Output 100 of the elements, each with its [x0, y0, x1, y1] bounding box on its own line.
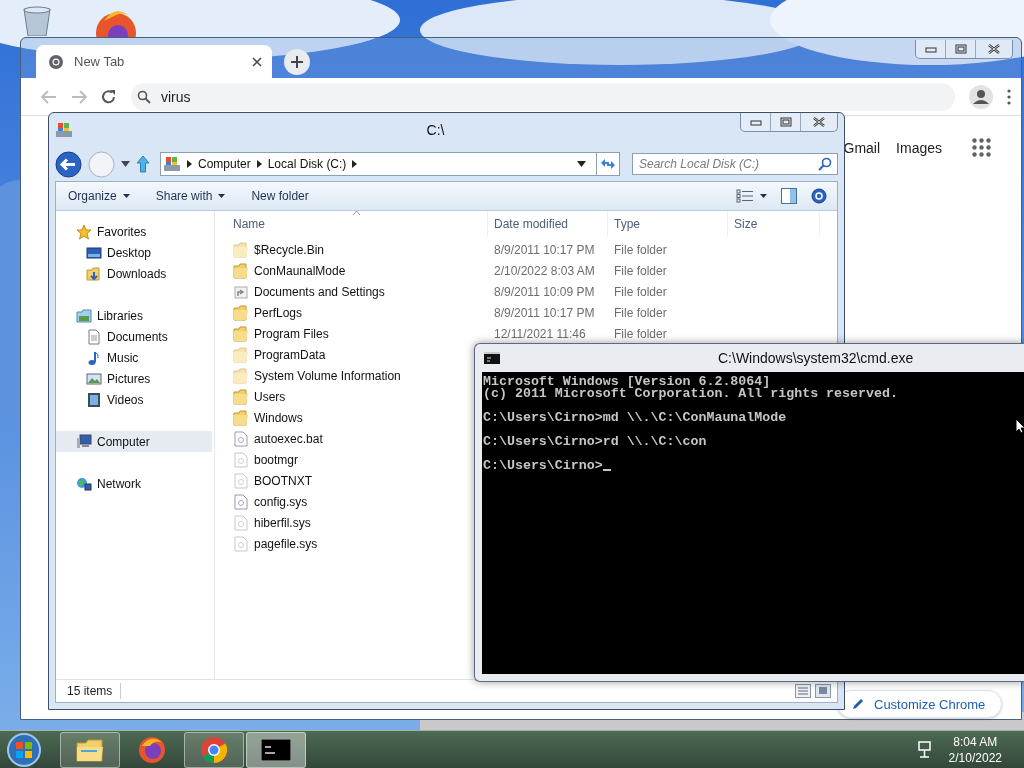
console-icon — [261, 738, 291, 761]
console-line: (c) 2011 Microsoft Corporation. All rights reserved. — [483, 388, 898, 400]
nav-item[interactable]: Videos — [56, 389, 214, 410]
file-name[interactable]: Users — [215, 388, 465, 405]
column-header[interactable]: Type — [608, 211, 728, 237]
search-icon — [137, 89, 151, 104]
clock-time[interactable]: 8:04 AM — [953, 733, 998, 750]
browser-logo-icon — [48, 53, 64, 70]
date-cell-text: 2/10/2022 8:03 AM — [493, 263, 596, 278]
clock-date[interactable]: 2/10/2022 — [948, 749, 1002, 766]
file-name[interactable]: config.sys — [215, 493, 465, 510]
back-button[interactable] — [55, 150, 82, 178]
minimize-icon — [749, 118, 762, 126]
nav-item[interactable]: Documents — [56, 326, 214, 347]
nav-item[interactable]: Music — [56, 347, 214, 368]
maximize-icon — [954, 44, 967, 54]
console-icon — [484, 352, 500, 364]
header-link[interactable]: Images — [896, 139, 942, 156]
windows-logo-icon — [6, 731, 42, 768]
refresh-button[interactable] — [596, 152, 620, 176]
close-icon[interactable] — [252, 56, 262, 67]
window-title: C:\ — [425, 122, 446, 138]
type-cell-text: File folder — [613, 263, 668, 278]
caret-icon[interactable] — [121, 161, 130, 167]
file-name[interactable]: BOOTNXT — [215, 472, 465, 489]
downloads-folder-icon — [86, 265, 102, 282]
date-cell-text: 12/11/2021 11:46 — [493, 326, 587, 341]
refresh-icon — [600, 158, 616, 170]
toolbar-button[interactable]: New folder — [251, 189, 309, 203]
apps-grid-icon[interactable] — [972, 138, 991, 157]
folder-icon — [75, 736, 105, 763]
file-name[interactable]: autoexec.bat — [215, 430, 465, 447]
pencil-icon — [852, 698, 864, 710]
console-line: C:\Users\Cirno>md \\.\C:\ConMaunalMode — [483, 412, 787, 424]
chevron-icon — [256, 160, 262, 168]
search-field[interactable]: Search Local Disk (C:) — [632, 153, 838, 175]
chevron-icon — [187, 160, 192, 168]
column-header[interactable]: Date modified — [488, 211, 608, 237]
header-link[interactable]: Gmail — [843, 139, 881, 156]
document-icon — [86, 328, 102, 345]
nav-item[interactable]: Pictures — [56, 368, 214, 389]
nav-item[interactable]: Favorites — [56, 221, 214, 242]
date-cell-text: 8/9/2011 10:17 PM — [493, 305, 596, 320]
chevron-icon — [352, 160, 358, 168]
type-cell-text: File folder — [613, 305, 668, 320]
nav-item[interactable]: Desktop — [56, 242, 214, 263]
address-text: virus — [161, 88, 191, 105]
address-field[interactable]: virus — [131, 82, 955, 111]
drive-icon — [163, 156, 181, 172]
star-icon — [76, 223, 92, 240]
address-bar[interactable]: Computer Local Disk (C:) — [160, 152, 597, 176]
large-icons-view-icon[interactable] — [815, 684, 831, 698]
file-name[interactable]: Program Files — [215, 325, 465, 342]
drive-icon — [55, 122, 73, 138]
customize-button[interactable]: Customize Chrome — [837, 690, 1003, 718]
file-name[interactable]: $Recycle.Bin — [215, 241, 465, 258]
file-name[interactable]: ProgramData — [215, 346, 465, 363]
browser-logo-icon — [138, 735, 166, 764]
search-icon — [818, 157, 832, 171]
tab-title: New Tab — [74, 54, 126, 69]
caret-icon[interactable] — [760, 194, 767, 198]
nav-item[interactable]: Computer — [56, 431, 212, 452]
taskbar-button[interactable] — [246, 731, 306, 768]
profile-icon[interactable] — [969, 84, 993, 109]
column-header[interactable]: Size — [728, 211, 820, 237]
help-icon[interactable] — [811, 188, 827, 204]
date-cell-text: 8/9/2011 10:17 PM — [493, 242, 596, 257]
up-arrow-icon[interactable] — [136, 155, 150, 173]
file-name[interactable]: pagefile.sys — [215, 535, 465, 552]
console-line: Microsoft Windows [Version 6.2.8064] — [483, 376, 771, 388]
forward-circle-icon — [88, 150, 115, 178]
file-name[interactable]: ConMaunalMode — [215, 262, 465, 279]
caret-icon[interactable] — [577, 161, 586, 167]
toolbar-button[interactable]: Organize — [68, 189, 130, 203]
toolbar-button[interactable]: Share with — [155, 189, 226, 203]
file-name[interactable]: System Volume Information — [215, 367, 465, 384]
breadcrumb-item[interactable]: Local Disk (C:) — [267, 157, 347, 171]
file-name[interactable]: PerfLogs — [215, 304, 465, 321]
file-name[interactable]: Documents and Settings — [215, 283, 465, 300]
preview-pane-icon[interactable] — [781, 188, 797, 204]
file-name[interactable]: hiberfil.sys — [215, 514, 465, 531]
menu-icon[interactable] — [1007, 88, 1011, 105]
nav-item[interactable]: Network — [56, 473, 214, 494]
column-header[interactable]: Name — [215, 211, 488, 237]
type-cell-text: File folder — [613, 326, 668, 341]
type-cell-text: File folder — [613, 242, 668, 257]
window-title: C:\Windows\system32\cmd.exe — [718, 350, 914, 366]
nav-item[interactable]: Libraries — [56, 305, 214, 326]
console-line: C:\Users\Cirno>rd \\.\C:\con — [483, 436, 707, 448]
desktop-icon — [86, 244, 102, 261]
breadcrumb-item[interactable]: Computer — [198, 157, 251, 171]
nav-item[interactable]: Downloads — [56, 263, 214, 284]
browser-tab[interactable]: New Tab — [36, 45, 272, 78]
file-name[interactable]: Windows — [215, 409, 465, 426]
view-options-icon[interactable] — [736, 189, 754, 203]
file-name[interactable]: bootmgr — [215, 451, 465, 468]
film-icon — [86, 391, 102, 408]
reload-icon[interactable] — [101, 88, 117, 105]
network-icon — [76, 475, 92, 492]
details-view-icon[interactable] — [795, 684, 811, 698]
